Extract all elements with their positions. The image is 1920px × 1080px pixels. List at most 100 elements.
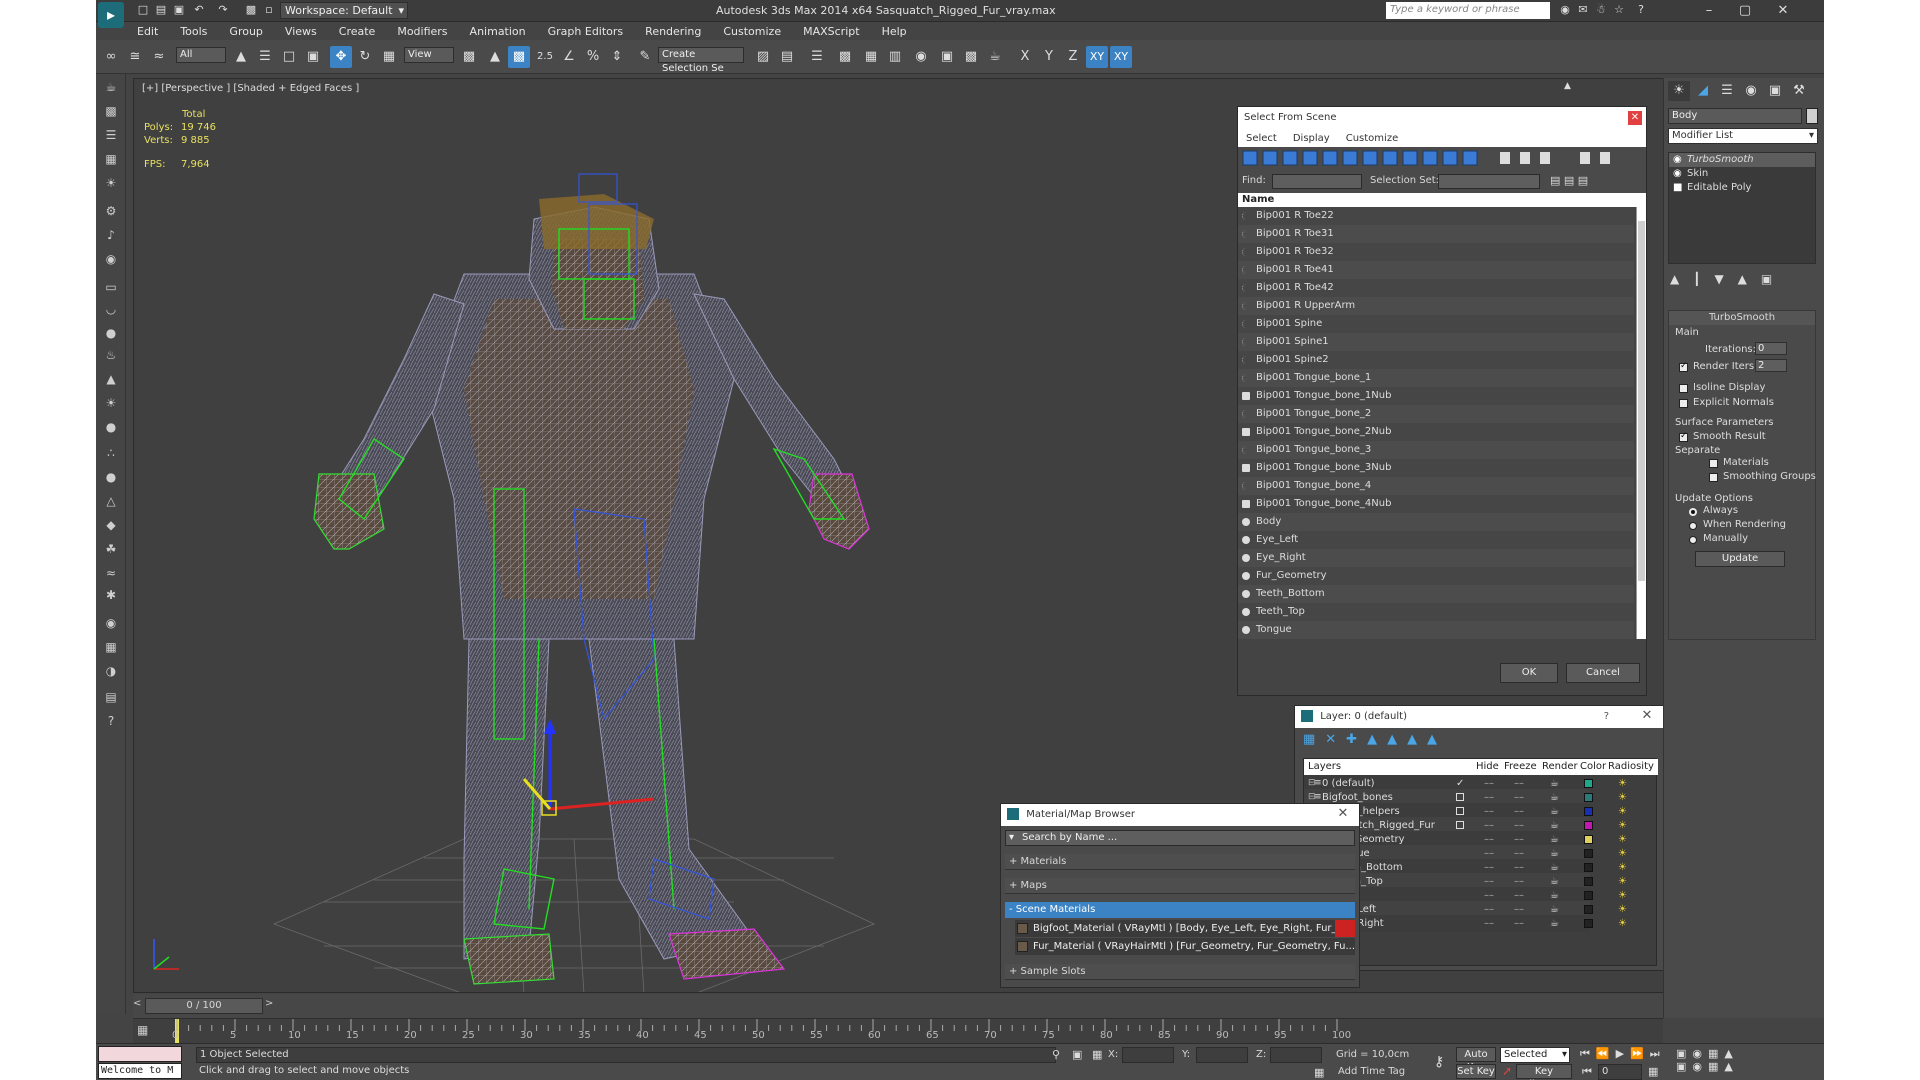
layer-color-swatch[interactable]: [1584, 905, 1593, 914]
list-item[interactable]: Bip001 Spine1: [1238, 333, 1634, 351]
list-item[interactable]: Bip001 Spine: [1238, 315, 1634, 333]
materials-section[interactable]: + Materials: [1005, 854, 1355, 870]
menu-help[interactable]: Help: [871, 22, 918, 40]
active-layer-checkbox[interactable]: [1456, 793, 1464, 801]
render-teapot-icon[interactable]: ☕: [1550, 915, 1559, 932]
list-item[interactable]: Teeth_Top: [1238, 603, 1634, 621]
bind-spacewarp-icon[interactable]: ≈: [148, 46, 170, 68]
menu-graph-editors[interactable]: Graph Editors: [537, 22, 635, 40]
list-item[interactable]: Bip001 Tongue_bone_3: [1238, 441, 1634, 459]
reference-coordinate-dropdown[interactable]: View: [404, 47, 454, 63]
spinner-snap-icon[interactable]: ⇕: [606, 46, 628, 68]
pivot-center-icon[interactable]: ▩: [458, 46, 480, 68]
sample-slots-section[interactable]: + Sample Slots: [1005, 964, 1355, 980]
menu-animation[interactable]: Animation: [459, 22, 537, 40]
list-item[interactable]: Bip001 R Toe22: [1238, 207, 1634, 225]
object-color-swatch[interactable]: [1806, 108, 1818, 124]
list-item[interactable]: Bip001 Tongue_bone_4Nub: [1238, 495, 1634, 513]
pin-icon[interactable]: ⚲: [1052, 1048, 1060, 1061]
save-file-icon[interactable]: ▣: [172, 3, 186, 17]
list-item[interactable]: Bip001 R Toe41: [1238, 261, 1634, 279]
teapot-primitive-icon[interactable]: ♨: [101, 346, 121, 364]
open-file-icon[interactable]: ▤: [154, 3, 168, 17]
key-icon[interactable]: ⚷: [1434, 1054, 1444, 1070]
list-icon[interactable]: ☰: [101, 126, 121, 144]
keyboard-shortcut-icon[interactable]: ▩: [508, 46, 530, 68]
sphere-yellow-icon[interactable]: ●: [101, 418, 121, 436]
minimize-icon[interactable]: –: [1692, 2, 1726, 20]
menu-group[interactable]: Group: [218, 22, 274, 40]
track-bar[interactable]: ▦ 0 5 10 15 20 25 30 35 40 45 50 55 60 65 70 75 80 85 90 95…: [133, 1018, 1663, 1044]
list-item[interactable]: Eye_Right: [1238, 549, 1634, 567]
help-search-input[interactable]: Type a keyword or phrase: [1386, 2, 1550, 19]
undo-icon[interactable]: ↶: [192, 3, 206, 17]
material-editor-icon[interactable]: ◉: [910, 46, 932, 68]
create-tab-icon[interactable]: ☀: [1668, 81, 1690, 101]
z-coord-input[interactable]: [1270, 1047, 1322, 1063]
fx-icon[interactable]: ✱: [101, 586, 121, 604]
isoline-checkbox[interactable]: [1679, 384, 1688, 393]
select-scale-icon[interactable]: ▦: [378, 46, 400, 68]
menu-rendering[interactable]: Rendering: [634, 22, 712, 40]
menu-maxscript[interactable]: MAXScript: [792, 22, 870, 40]
scene-materials-section[interactable]: - Scene Materials: [1005, 902, 1355, 918]
render-setup-icon[interactable]: ▣: [936, 46, 958, 68]
select-manipulate-icon[interactable]: ▲: [484, 46, 506, 68]
material-item[interactable]: Fur_Material ( VRayHairMtl ) [Fur_Geomet…: [1015, 938, 1355, 955]
prev-frame-icon[interactable]: <: [133, 998, 143, 1014]
next-frame-icon[interactable]: >: [265, 998, 275, 1014]
select-link-icon[interactable]: ∞: [100, 46, 122, 68]
freeze-toggle[interactable]: ––: [1514, 915, 1524, 932]
axis-xy-button[interactable]: XY: [1086, 46, 1108, 68]
key-filters-button[interactable]: Key Filters...: [1516, 1064, 1572, 1080]
render-frame-icon[interactable]: ▩: [101, 102, 121, 120]
explicit-normals-checkbox[interactable]: [1679, 399, 1688, 408]
workspace-dropdown[interactable]: Workspace: Default ▾: [280, 2, 408, 19]
radiosity-icon[interactable]: ☀: [1618, 915, 1627, 932]
time-config-icon[interactable]: ▦: [1648, 1065, 1658, 1078]
select-object-icon[interactable]: ▲: [230, 46, 252, 68]
menu-customize[interactable]: Customize: [712, 22, 792, 40]
menu-create[interactable]: Create: [328, 22, 387, 40]
list-item[interactable]: Bip001 Tongue_bone_2Nub: [1238, 423, 1634, 441]
grid-icon[interactable]: ▦: [101, 150, 121, 168]
menu-display[interactable]: Display: [1285, 133, 1338, 144]
close-icon[interactable]: ✕: [1766, 2, 1800, 20]
mesh-icon[interactable]: ▦: [101, 638, 121, 656]
menu-select[interactable]: Select: [1238, 133, 1285, 144]
edit-named-selection-icon[interactable]: ✎: [634, 46, 656, 68]
curve-editor-mini-icon[interactable]: ▦: [137, 1023, 148, 1037]
time-slider-thumb[interactable]: 0 / 100: [145, 998, 263, 1014]
absolute-mode-icon[interactable]: ▦: [1092, 1048, 1102, 1061]
menu-views[interactable]: Views: [274, 22, 328, 40]
help-circle-icon[interactable]: ?: [101, 712, 121, 730]
set-key-button[interactable]: Set Key: [1456, 1064, 1496, 1079]
lightbulb-icon[interactable]: ◉: [1673, 153, 1682, 167]
default-tangent-icon[interactable]: ➚: [1502, 1064, 1512, 1078]
list-item[interactable]: Bip001 Spine2: [1238, 351, 1634, 369]
selection-region-icon[interactable]: □: [278, 46, 300, 68]
list-scrollbar[interactable]: [1636, 207, 1646, 639]
align-icon[interactable]: ▤: [776, 46, 798, 68]
schematic-view-icon[interactable]: ▥: [884, 46, 906, 68]
rollout-header[interactable]: TurboSmooth: [1669, 311, 1815, 325]
time-slider[interactable]: < 0 / 100 >: [133, 994, 1663, 1018]
list-item[interactable]: Bip001 Tongue_bone_4: [1238, 477, 1634, 495]
curve-editor-icon[interactable]: ▦: [860, 46, 882, 68]
graphite-toolbar-icon[interactable]: ▩: [834, 46, 856, 68]
axis-y-button[interactable]: Y: [1038, 46, 1060, 68]
window-crossing-icon[interactable]: ▣: [302, 46, 324, 68]
layer-color-swatch[interactable]: [1584, 793, 1593, 802]
maximize-icon[interactable]: ▢: [1728, 2, 1762, 20]
layer-color-swatch[interactable]: [1584, 849, 1593, 858]
layer-explorer-icon[interactable]: ☰: [806, 46, 828, 68]
material-browser-titlebar[interactable]: Material/Map Browser ✕: [1001, 804, 1359, 826]
mirror-icon[interactable]: ▨: [752, 46, 774, 68]
rendered-frame-window-icon[interactable]: ▩: [960, 46, 982, 68]
auto-key-button[interactable]: Auto Key: [1456, 1047, 1496, 1073]
stack-item-turbosmooth[interactable]: ◉ TurboSmooth: [1669, 153, 1815, 167]
col-render[interactable]: Render: [1542, 759, 1578, 775]
col-freeze[interactable]: Freeze: [1504, 759, 1537, 775]
select-rotate-icon[interactable]: ↻: [354, 46, 376, 68]
sphere-icon[interactable]: ●: [101, 324, 121, 342]
